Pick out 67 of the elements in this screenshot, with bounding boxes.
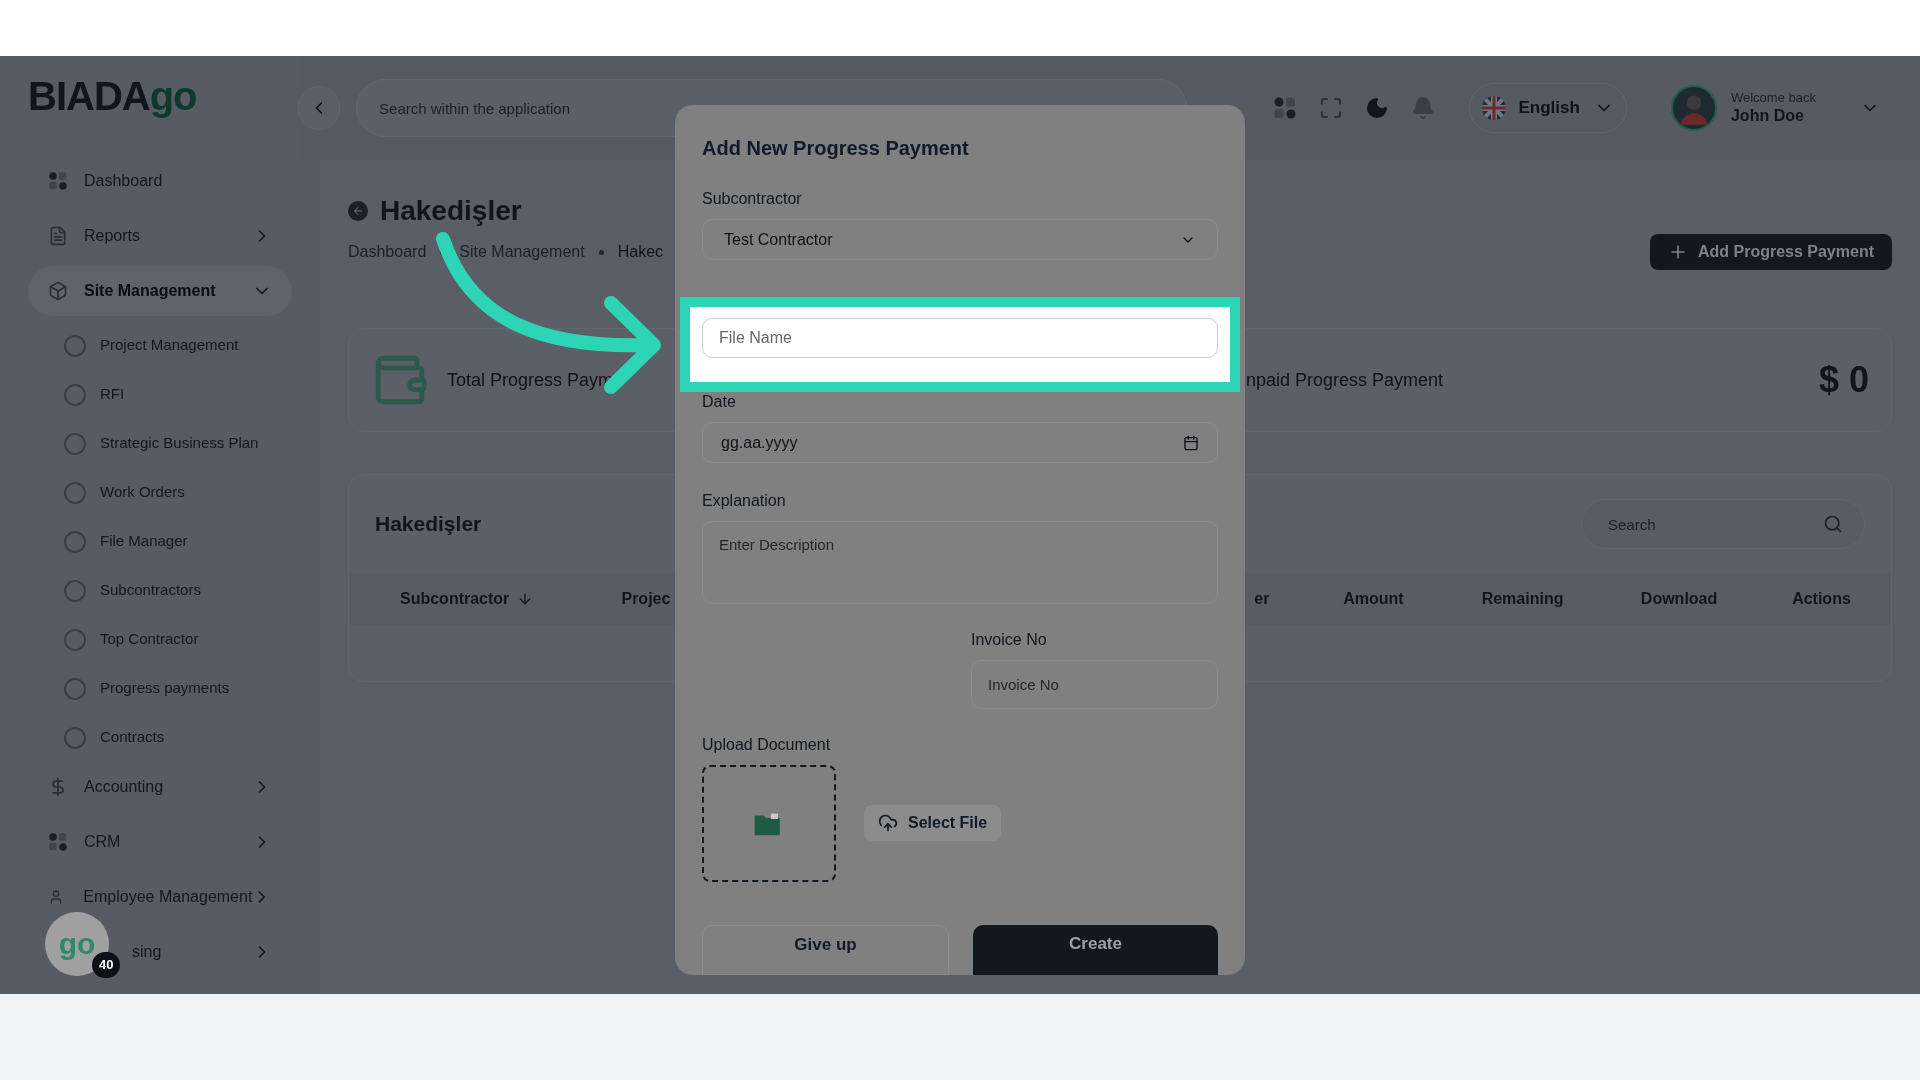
breadcrumb-link[interactable]: Hakec — [617, 240, 664, 264]
field-label: Date — [702, 392, 737, 413]
welcome-text: Welcome back — [1730, 89, 1816, 107]
field-label: Invoice No — [971, 630, 1048, 650]
column-header[interactable]: Actions — [1792, 587, 1851, 611]
flag-icon — [1482, 96, 1507, 120]
stat-value: $ 0 — [1818, 358, 1869, 402]
upload-dropzone[interactable] — [702, 765, 836, 882]
sidebar-item[interactable]: CRM — [28, 817, 292, 867]
page-title: Hakedişler — [380, 194, 522, 228]
language-dropdown[interactable]: English — [1469, 83, 1627, 133]
breadcrumb-link[interactable]: Dashboard — [348, 240, 427, 264]
subcontractor-select[interactable]: Test Contractor — [702, 219, 1218, 261]
modal-title: Add New Progress Payment — [702, 136, 970, 161]
person-icon — [48, 889, 64, 905]
user-name: John Doe — [1730, 106, 1805, 127]
file-name-field[interactable]: File Name — [702, 318, 1218, 359]
sidebar-subitem[interactable]: Project Management — [28, 321, 292, 370]
logo: BIADAgo — [28, 76, 197, 116]
date-field[interactable]: gg.aa.yyyy — [702, 422, 1218, 463]
column-header[interactable]: Remaining — [1481, 587, 1564, 611]
moon-icon[interactable] — [1365, 96, 1390, 120]
breadcrumb-link[interactable]: Site Management — [459, 240, 585, 264]
sidebar-subitem[interactable]: Progress payments — [28, 664, 292, 713]
sidebar-item[interactable]: Site Management — [28, 266, 292, 316]
bell-icon[interactable] — [1411, 96, 1436, 120]
cloud-upload-icon — [878, 813, 898, 834]
calendar-icon[interactable] — [1183, 434, 1199, 451]
table-title: Hakedişler — [375, 511, 482, 538]
select-file-button[interactable]: Select File — [864, 805, 1002, 842]
sidebar-subitem[interactable]: File Manager — [28, 517, 292, 566]
field-label: Upload Document — [702, 735, 832, 755]
grid-icon — [48, 832, 68, 852]
sidebar-item[interactable]: sing — [132, 927, 292, 977]
sidebar-subitem[interactable]: Top Contractor — [28, 615, 292, 664]
arrow-left-icon — [352, 205, 364, 217]
sidebar-item[interactable]: Accounting — [28, 762, 292, 812]
apps-icon — [1273, 96, 1298, 120]
sidebar-subitem[interactable]: RFI — [28, 370, 292, 419]
avatar[interactable] — [1670, 85, 1717, 131]
column-header[interactable]: Subcontractor — [400, 587, 510, 611]
column-header[interactable]: Amount — [1343, 587, 1404, 611]
create-button[interactable]: Create — [973, 925, 1218, 975]
fullscreen-icon[interactable] — [1319, 96, 1344, 120]
sidebar-subitem[interactable]: Strategic Business Plan — [28, 419, 292, 468]
collapse-button[interactable] — [298, 86, 341, 130]
cube-icon — [48, 281, 68, 301]
back-button[interactable] — [348, 201, 368, 221]
grid-icon — [48, 171, 68, 191]
sidebar-subitem[interactable]: Subcontractors — [28, 566, 292, 615]
field-label: Explanation — [702, 490, 787, 511]
sidebar-item[interactable]: Reports — [28, 211, 292, 261]
sidebar-subitem[interactable]: Contracts — [28, 713, 292, 762]
description-field[interactable]: Enter Description — [702, 520, 1218, 604]
sidebar-item[interactable]: Dashboard — [28, 156, 292, 206]
add-progress-payment-button[interactable]: Add Progress Payment — [1649, 234, 1892, 270]
cancel-button[interactable]: Give up — [702, 925, 949, 975]
column-header[interactable]: Projec — [621, 587, 671, 611]
column-header[interactable]: Download — [1640, 587, 1718, 611]
table-search-field[interactable]: Search — [1581, 499, 1865, 549]
column-header[interactable]: er — [1254, 587, 1270, 611]
field-label: Subcontractor — [702, 189, 803, 209]
sidebar-subitem[interactable]: Work Orders — [28, 468, 292, 517]
search-icon — [1823, 514, 1843, 534]
stat-label: npaid Progress Payment — [1246, 368, 1445, 392]
invoice-no-field[interactable]: Invoice No — [971, 660, 1218, 709]
document-icon — [48, 226, 68, 246]
